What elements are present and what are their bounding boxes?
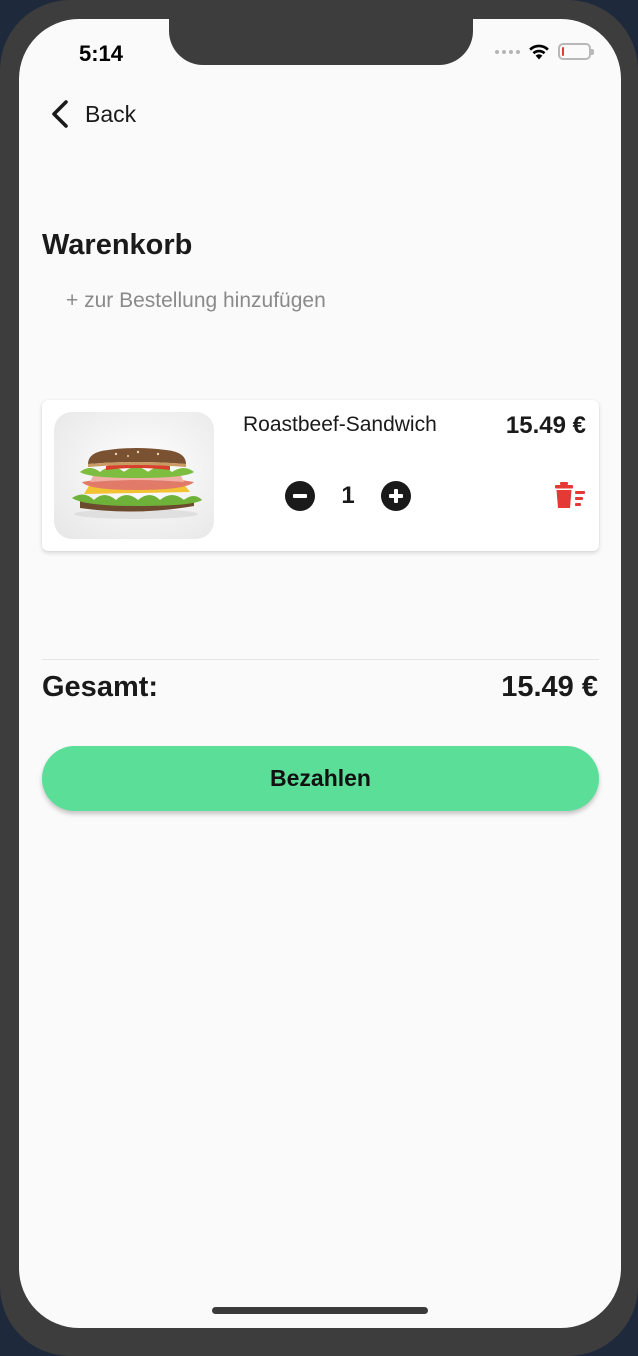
status-time: 5:14 (79, 41, 124, 66)
summary-divider (42, 659, 599, 660)
page-title: Warenkorb (42, 229, 193, 261)
battery-icon (558, 43, 594, 60)
back-label: Back (85, 100, 137, 127)
item-name: Roastbeef-Sandwich (243, 413, 437, 436)
phone-frame: 5:14 Back Warenkorb + zur Bestellung hin… (0, 0, 638, 1356)
total-value: 15.49 € (501, 671, 598, 703)
minus-circle-icon (293, 494, 307, 498)
status-icons (495, 43, 594, 60)
battery-level (562, 47, 564, 56)
chevron-left-icon (52, 100, 68, 128)
device-notch (169, 19, 473, 65)
app-screen: 5:14 Back Warenkorb + zur Bestellung hin… (19, 19, 621, 1328)
wifi-icon (529, 44, 549, 60)
add-to-order-link[interactable]: + zur Bestellung hinzufügen (66, 289, 326, 313)
trash-icon (555, 482, 585, 508)
total-label: Gesamt: (42, 671, 159, 703)
delete-item-button[interactable] (555, 481, 585, 514)
cart-item: Roastbeef-Sandwich 15.49 € 1 (42, 400, 599, 551)
quantity-value: 1 (341, 482, 355, 509)
quantity-stepper: 1 (285, 481, 411, 511)
increment-button[interactable] (381, 481, 411, 511)
home-indicator (212, 1307, 428, 1314)
pay-button[interactable]: Bezahlen (42, 746, 599, 811)
signal-dots-icon (495, 49, 520, 54)
back-button[interactable]: Back (49, 99, 136, 129)
decrement-button[interactable] (285, 481, 315, 511)
item-price: 15.49 € (505, 412, 586, 439)
sandwich-image (54, 412, 214, 539)
